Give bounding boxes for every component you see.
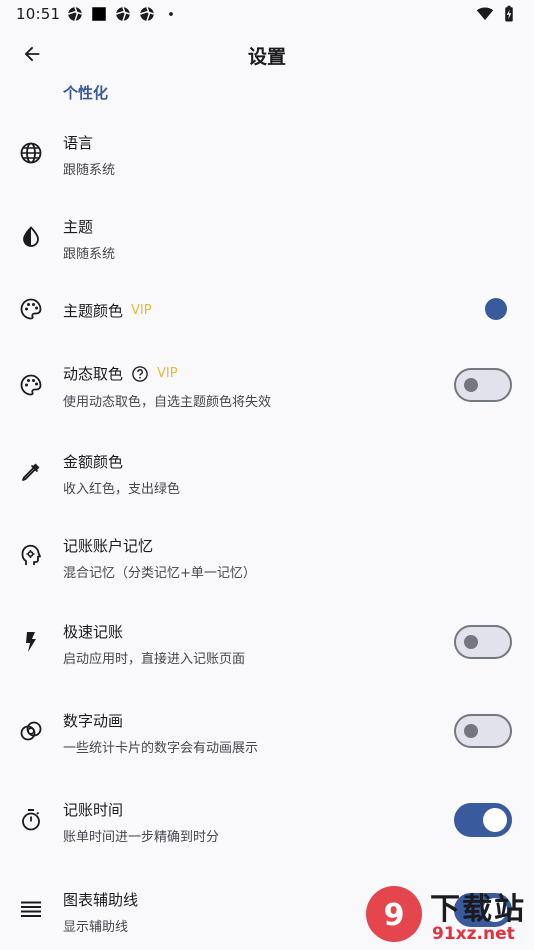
- setting-title: 主题颜色 VIP: [63, 302, 152, 320]
- app-bar: 设置: [0, 28, 534, 80]
- eyedropper-icon: [18, 459, 44, 485]
- section-header-personalization: 个性化: [63, 84, 109, 102]
- setting-subtitle: 一些统计卡片的数字会有动画展示: [63, 741, 259, 756]
- setting-account-memory[interactable]: 记账账户记忆 混合记忆（分类记忆+单一记忆）: [0, 521, 534, 593]
- status-bar: 10:51: [0, 0, 534, 28]
- setting-title: 记账账户记忆: [63, 537, 154, 555]
- svg-text:9: 9: [384, 898, 405, 933]
- help-icon[interactable]: [131, 365, 149, 383]
- watermark-text: 下载站: [430, 892, 526, 927]
- setting-subtitle: 账单时间进一步精确到时分: [63, 830, 220, 845]
- setting-title: 主题: [63, 218, 94, 236]
- watermark-domain: 91xz.net: [432, 924, 515, 944]
- setting-title: 语言: [63, 134, 94, 152]
- setting-amount-color[interactable]: 金额颜色 收入红色，支出绿色: [0, 437, 534, 509]
- setting-number-animation[interactable]: 数字动画 一些统计卡片的数字会有动画展示: [0, 696, 534, 768]
- overlapping-circles-icon: [18, 718, 44, 744]
- setting-theme-color[interactable]: 主题颜色 VIP: [0, 286, 534, 334]
- switch-knob: [483, 808, 507, 832]
- number-animation-switch[interactable]: [454, 714, 512, 748]
- setting-subtitle: 跟随系统: [63, 163, 116, 178]
- more-notifications-dot-icon: [169, 12, 173, 16]
- setting-title: 动态取色 VIP: [63, 365, 178, 383]
- palette-icon: [18, 372, 44, 398]
- watermark: 9 下载站 91xz.net: [362, 880, 534, 950]
- dynamic-color-switch[interactable]: [454, 368, 512, 402]
- aperture-notification-icon: [68, 7, 82, 21]
- setting-subtitle: 收入红色，支出绿色: [63, 482, 181, 497]
- switch-knob: [464, 724, 478, 738]
- setting-subtitle: 启动应用时，直接进入记账页面: [63, 652, 246, 667]
- setting-subtitle: 显示辅助线: [63, 920, 129, 935]
- contrast-icon: [18, 224, 44, 250]
- status-time: 10:51: [16, 5, 61, 23]
- wifi-icon: [476, 7, 494, 20]
- quick-bookkeeping-switch[interactable]: [454, 625, 512, 659]
- vip-badge: VIP: [157, 366, 178, 381]
- setting-title: 极速记账: [63, 623, 124, 641]
- globe-icon: [18, 140, 44, 166]
- aperture-notification-icon: [140, 7, 154, 21]
- setting-language[interactable]: 语言 跟随系统: [0, 118, 534, 190]
- bookkeeping-time-switch[interactable]: [454, 803, 512, 837]
- battery-charging-icon: [505, 5, 513, 22]
- vip-badge: VIP: [131, 303, 152, 318]
- grid-lines-icon: [18, 897, 44, 923]
- setting-title: 数字动画: [63, 712, 124, 730]
- lightning-icon: [18, 629, 44, 655]
- palette-icon: [18, 296, 44, 322]
- brain-head-icon: [18, 543, 44, 569]
- setting-dynamic-color[interactable]: 动态取色 VIP 使用动态取色，自选主题颜色将失效: [0, 350, 534, 422]
- setting-subtitle: 使用动态取色，自选主题颜色将失效: [63, 395, 272, 410]
- setting-title: 金额颜色: [63, 453, 124, 471]
- setting-bookkeeping-time[interactable]: 记账时间 账单时间进一步精确到时分: [0, 785, 534, 857]
- square-notification-icon: [92, 7, 106, 21]
- switch-knob: [464, 635, 478, 649]
- page-title: 设置: [247, 46, 286, 68]
- setting-theme[interactable]: 主题 跟随系统: [0, 202, 534, 274]
- setting-subtitle: 跟随系统: [63, 247, 116, 262]
- stopwatch-icon: [18, 807, 44, 833]
- aperture-notification-icon: [116, 7, 130, 21]
- setting-title: 记账时间: [63, 801, 124, 819]
- switch-knob: [464, 378, 478, 392]
- notification-icons: [66, 5, 180, 23]
- setting-title: 图表辅助线: [63, 891, 139, 909]
- system-icons: [476, 5, 518, 23]
- setting-quick-bookkeeping[interactable]: 极速记账 启动应用时，直接进入记账页面: [0, 607, 534, 679]
- theme-color-swatch[interactable]: [485, 298, 507, 320]
- setting-subtitle: 混合记忆（分类记忆+单一记忆）: [63, 566, 256, 581]
